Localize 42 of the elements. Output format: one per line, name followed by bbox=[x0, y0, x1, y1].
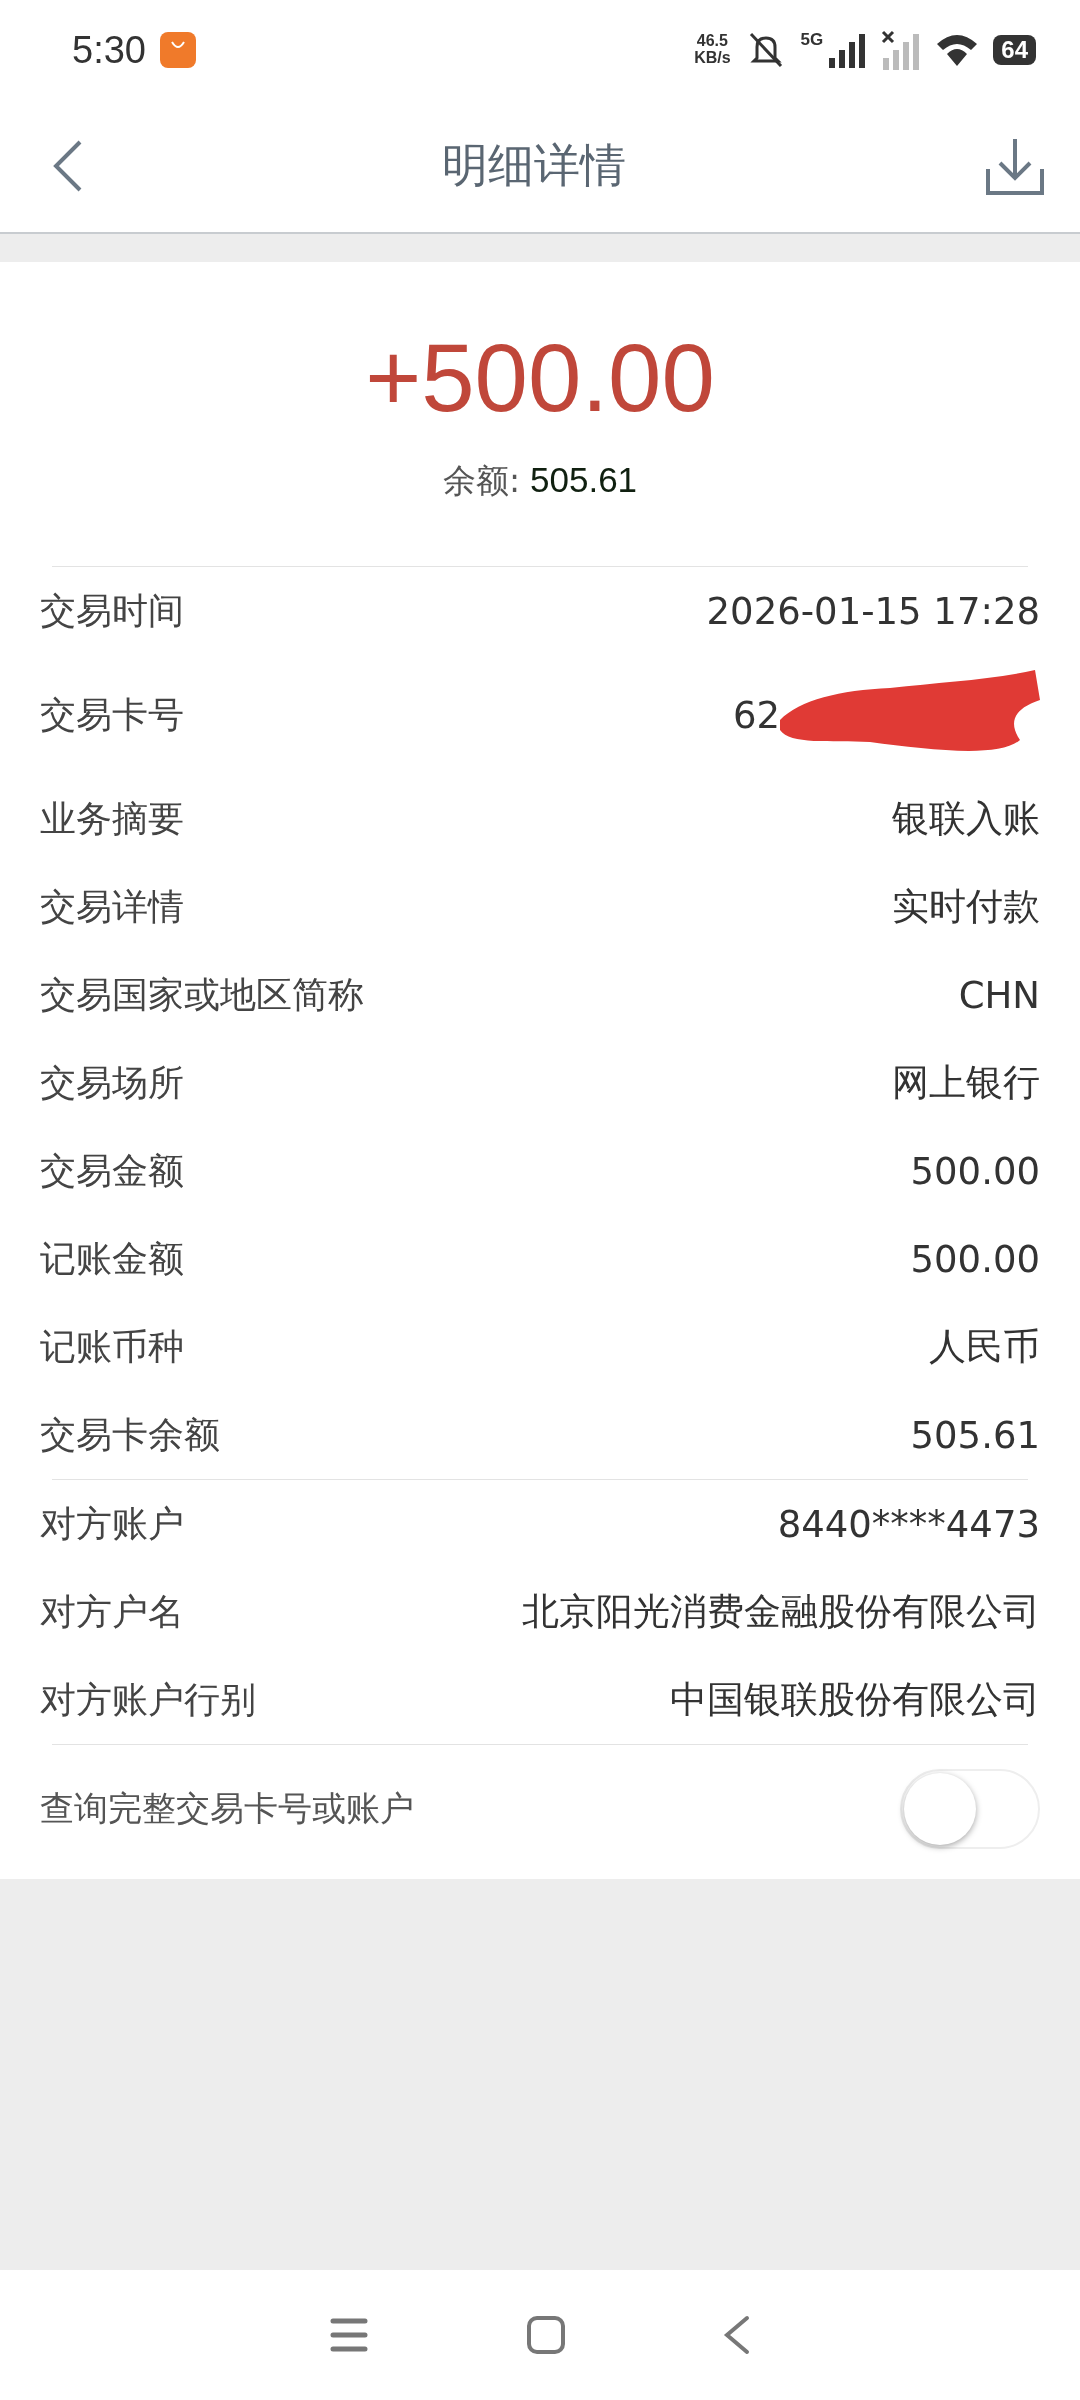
detail-value: 2026-01-15 17:28 bbox=[706, 589, 1040, 633]
card-number: 62 bbox=[732, 693, 780, 737]
detail-label: 交易详情 bbox=[40, 885, 185, 930]
balance-label: 余额: bbox=[442, 460, 521, 503]
detail-label: 交易场所 bbox=[40, 1061, 185, 1106]
detail-label: 交易卡号 bbox=[40, 693, 185, 738]
wifi-icon bbox=[935, 32, 980, 68]
detail-label: 记账币种 bbox=[40, 1325, 185, 1370]
page-title: 明细详情 bbox=[441, 137, 627, 194]
detail-label: 交易国家或地区简称 bbox=[40, 973, 365, 1018]
detail-label: 交易金额 bbox=[40, 1149, 185, 1194]
shopping-bag-icon bbox=[159, 32, 196, 68]
detail-label: 业务摘要 bbox=[40, 797, 185, 842]
network-speed: 46.5 KB/s bbox=[694, 33, 731, 67]
detail-label: 交易时间 bbox=[40, 589, 185, 634]
detail-value: 500.00 bbox=[910, 1237, 1040, 1281]
signal-icon bbox=[827, 32, 868, 68]
battery-level: 64 bbox=[993, 35, 1036, 65]
detail-label: 记账金额 bbox=[40, 1237, 185, 1282]
detail-label: 交易卡余额 bbox=[40, 1413, 221, 1458]
back-icon[interactable] bbox=[723, 2315, 752, 2355]
toggle-label: 查询完整交易卡号或账户 bbox=[40, 1787, 414, 1831]
clock: 5:30 bbox=[72, 28, 146, 72]
detail-value: 实时付款 bbox=[892, 884, 1040, 931]
detail-label: 对方账户 bbox=[40, 1502, 185, 1547]
detail-value: 银联入账 bbox=[892, 796, 1040, 843]
network-type: 5G bbox=[800, 30, 824, 50]
detail-value: 8440****4473 bbox=[777, 1502, 1040, 1546]
detail-value: 500.00 bbox=[910, 1149, 1040, 1193]
detail-value: CHN bbox=[958, 973, 1040, 1017]
no-signal-icon bbox=[881, 30, 922, 70]
detail-value: 中国银联股份有限公司 bbox=[670, 1677, 1040, 1724]
balance-value: 505.61 bbox=[530, 460, 638, 501]
detail-value: 网上银行 bbox=[892, 1060, 1040, 1107]
home-icon[interactable] bbox=[526, 2315, 566, 2355]
menu-icon[interactable] bbox=[328, 2317, 369, 2353]
detail-value: 北京阳光消费金融股份有限公司 bbox=[522, 1589, 1040, 1636]
detail-label: 对方户名 bbox=[40, 1590, 185, 1635]
detail-value: 人民币 bbox=[929, 1324, 1040, 1371]
transaction-amount: +500.00 bbox=[365, 323, 715, 433]
detail-value: 505.61 bbox=[910, 1413, 1040, 1457]
detail-label: 对方账户行别 bbox=[40, 1678, 257, 1723]
